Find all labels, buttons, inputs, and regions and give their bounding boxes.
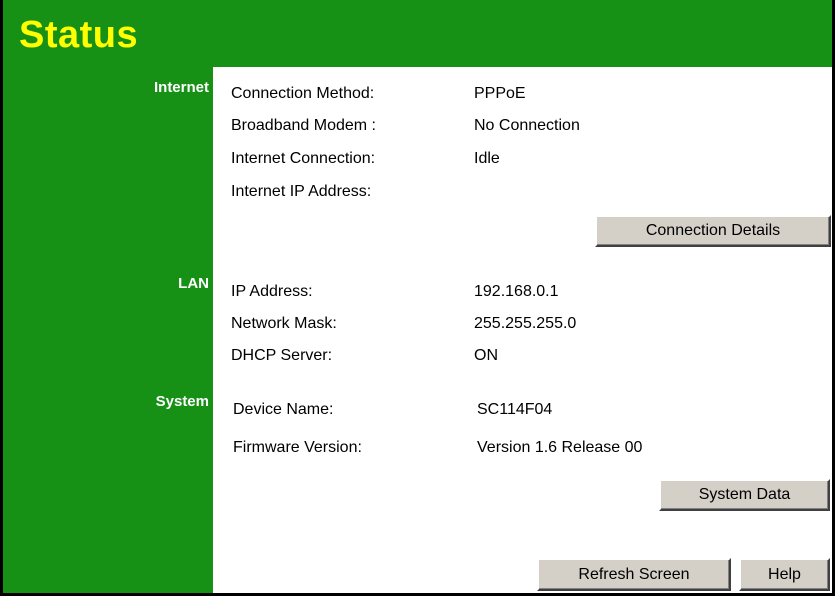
section-label-lan: LAN bbox=[178, 275, 209, 292]
network-mask-value: 255.255.255.0 bbox=[474, 315, 577, 332]
network-mask-label: Network Mask: bbox=[231, 315, 337, 332]
lan-ip-address-label: IP Address: bbox=[231, 283, 313, 300]
lan-ip-address-value: 192.168.0.1 bbox=[474, 283, 559, 300]
sidebar: Internet LAN System bbox=[3, 67, 213, 593]
device-name-label: Device Name: bbox=[233, 401, 334, 418]
internet-connection-label: Internet Connection: bbox=[231, 150, 376, 167]
device-name-value: SC114F04 bbox=[477, 401, 553, 418]
broadband-modem-value: No Connection bbox=[474, 117, 580, 134]
section-label-system: System bbox=[155, 393, 209, 410]
connection-method-label: Connection Method: bbox=[231, 85, 375, 102]
internet-connection-value: Idle bbox=[474, 150, 500, 167]
internet-ip-address-label: Internet IP Address: bbox=[231, 183, 372, 200]
help-button[interactable]: Help bbox=[739, 558, 830, 591]
connection-method-value: PPPoE bbox=[474, 85, 526, 102]
firmware-version-value: Version 1.6 Release 00 bbox=[477, 439, 643, 456]
connection-details-button[interactable]: Connection Details bbox=[595, 215, 831, 247]
dhcp-server-label: DHCP Server: bbox=[231, 347, 333, 364]
page-title: Status bbox=[19, 14, 139, 56]
firmware-version-label: Firmware Version: bbox=[233, 439, 362, 456]
refresh-screen-button[interactable]: Refresh Screen bbox=[537, 558, 731, 591]
system-data-button[interactable]: System Data bbox=[659, 479, 830, 511]
header-bar: Status bbox=[3, 0, 832, 67]
broadband-modem-label: Broadband Modem : bbox=[231, 117, 376, 134]
dhcp-server-value: ON bbox=[474, 347, 498, 364]
section-label-internet: Internet bbox=[153, 79, 209, 96]
